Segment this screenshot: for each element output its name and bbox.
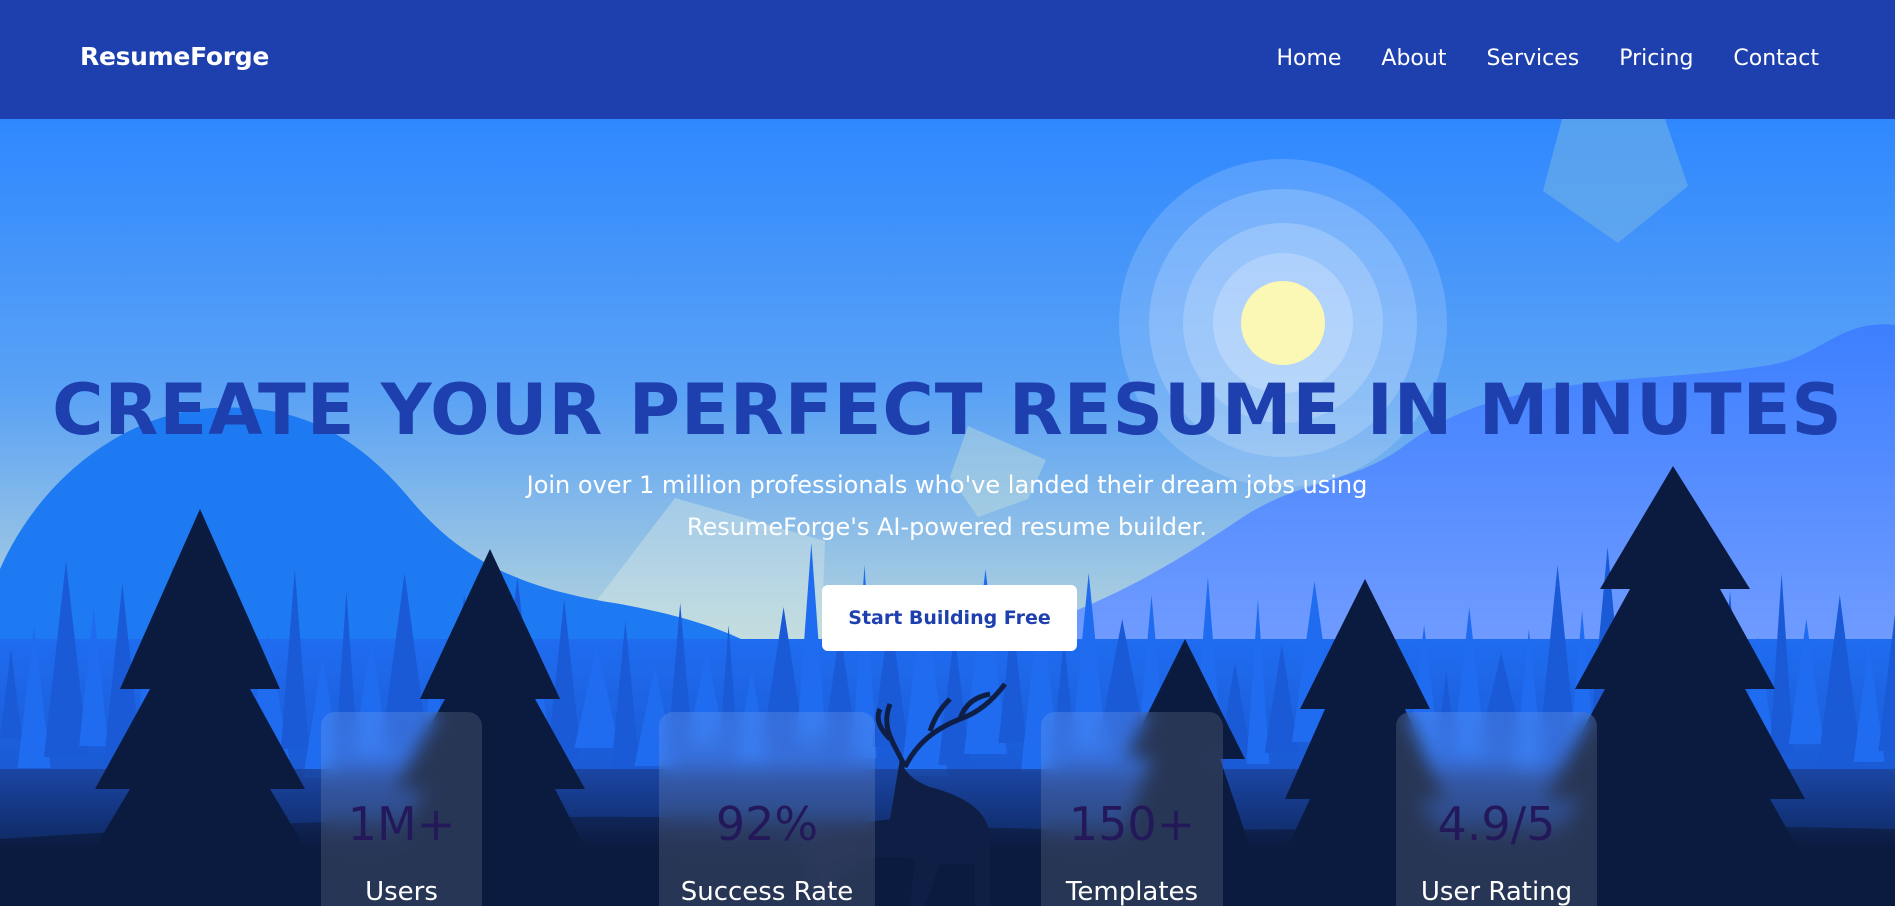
stat-value: 92% (715, 797, 819, 851)
stat-value: 4.9/5 (1437, 797, 1556, 851)
top-navbar: ResumeForge Home About Services Pricing … (0, 0, 1895, 119)
stat-card-users: 1M+ Users (321, 712, 482, 906)
stat-label: Success Rate (680, 877, 854, 906)
nav-links: Home About Services Pricing Contact (1276, 46, 1819, 71)
stat-label: User Rating (1420, 877, 1573, 906)
nav-link-pricing[interactable]: Pricing (1619, 46, 1693, 71)
hero-section: CREATE YOUR PERFECT RESUME IN MINUTES Jo… (0, 119, 1895, 906)
stat-label: Users (365, 877, 438, 906)
brand-logo[interactable]: ResumeForge (80, 42, 269, 71)
stat-card-success-rate: 92% Success Rate (659, 712, 875, 906)
hero-subtext: Join over 1 million professionals who've… (497, 464, 1397, 548)
hero-headline: CREATE YOUR PERFECT RESUME IN MINUTES (52, 369, 1843, 451)
hero-subtext-line-1: Join over 1 million professionals who've… (526, 471, 1368, 499)
nav-link-services[interactable]: Services (1486, 46, 1579, 71)
nav-link-about[interactable]: About (1381, 46, 1446, 71)
stat-value: 1M+ (347, 797, 456, 851)
stat-card-templates: 150+ Templates (1041, 712, 1223, 906)
stat-card-user-rating: 4.9/5 User Rating (1396, 712, 1597, 906)
nav-link-home[interactable]: Home (1276, 46, 1341, 71)
nav-link-contact[interactable]: Contact (1733, 46, 1819, 71)
stat-label: Templates (1065, 877, 1199, 906)
hero-subtext-line-2: ResumeForge's AI-powered resume builder. (686, 513, 1208, 541)
stat-value: 150+ (1068, 797, 1196, 851)
start-building-free-button[interactable]: Start Building Free (822, 585, 1077, 651)
